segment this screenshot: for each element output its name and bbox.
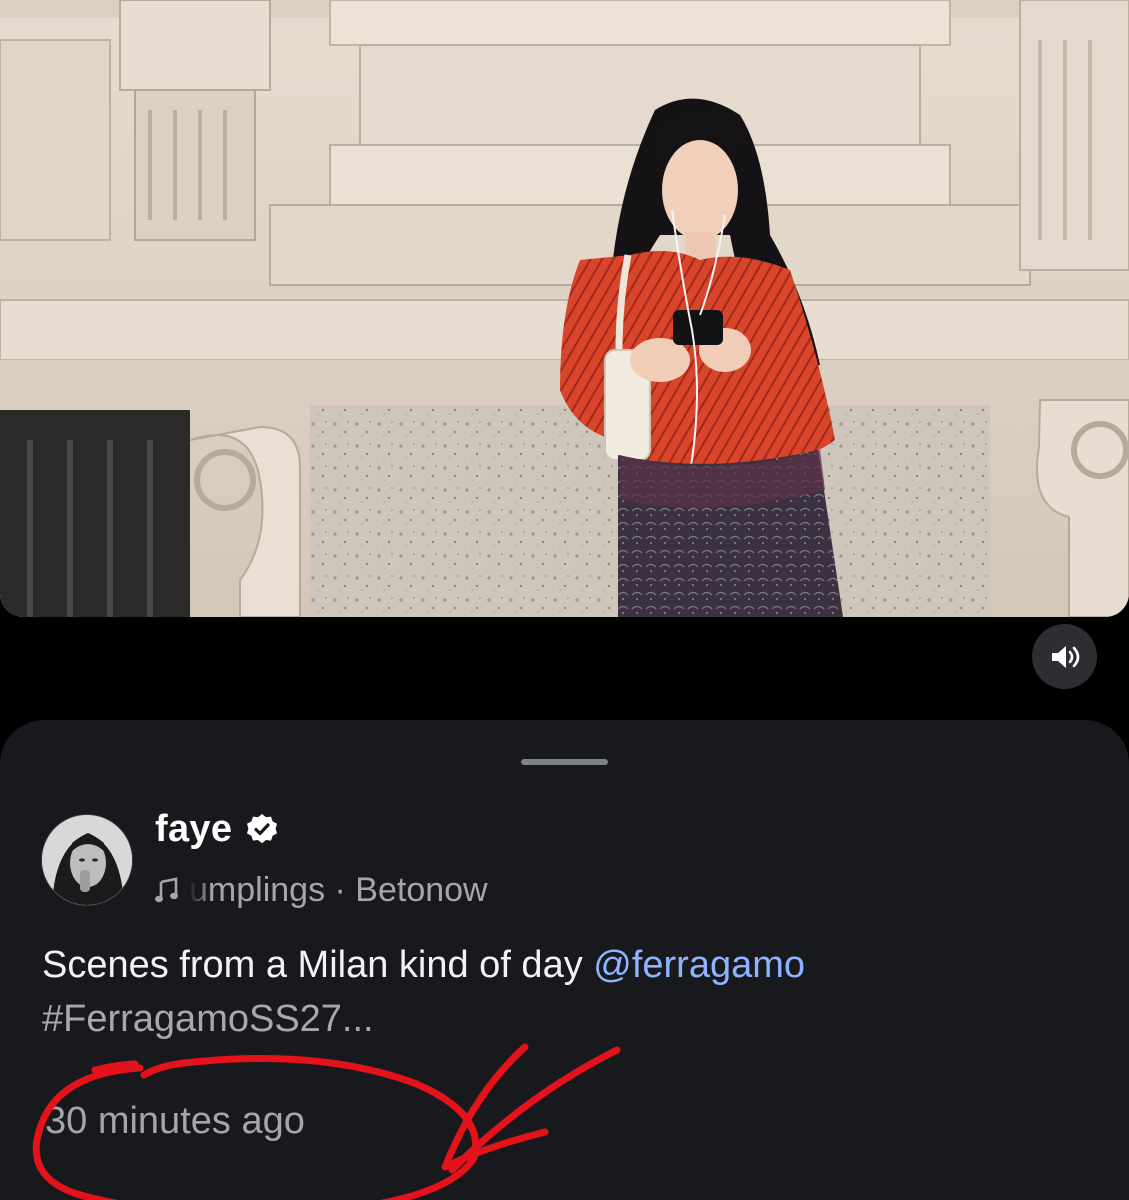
username[interactable]: faye	[155, 808, 232, 851]
post-details-sheet: faye umplings · Betonow Scenes from a Mi…	[0, 720, 1129, 1200]
mention-link[interactable]: @ferragamo	[593, 944, 805, 986]
post-media-photo[interactable]	[0, 0, 1129, 617]
avatar[interactable]	[41, 814, 133, 906]
post-caption: Scenes from a Milan kind of day @ferraga…	[42, 938, 1092, 1046]
post-timestamp: 30 minutes ago	[45, 1100, 305, 1142]
music-attribution[interactable]: umplings · Betonow	[155, 868, 575, 912]
music-note-icon	[155, 877, 178, 903]
sheet-drag-handle[interactable]	[521, 759, 608, 765]
verified-badge-icon	[247, 814, 278, 844]
caption-text: Scenes from a Milan kind of day	[42, 944, 594, 986]
profile-photo	[42, 815, 132, 905]
username-row[interactable]: faye	[155, 807, 278, 851]
sound-toggle-button[interactable]	[1032, 624, 1097, 689]
music-title-marquee: umplings · Betonow	[189, 870, 488, 909]
hashtag-link[interactable]: #FerragamoSS27...	[42, 998, 374, 1040]
speaker-sound-icon	[1051, 645, 1079, 668]
street-photo	[0, 0, 1129, 617]
